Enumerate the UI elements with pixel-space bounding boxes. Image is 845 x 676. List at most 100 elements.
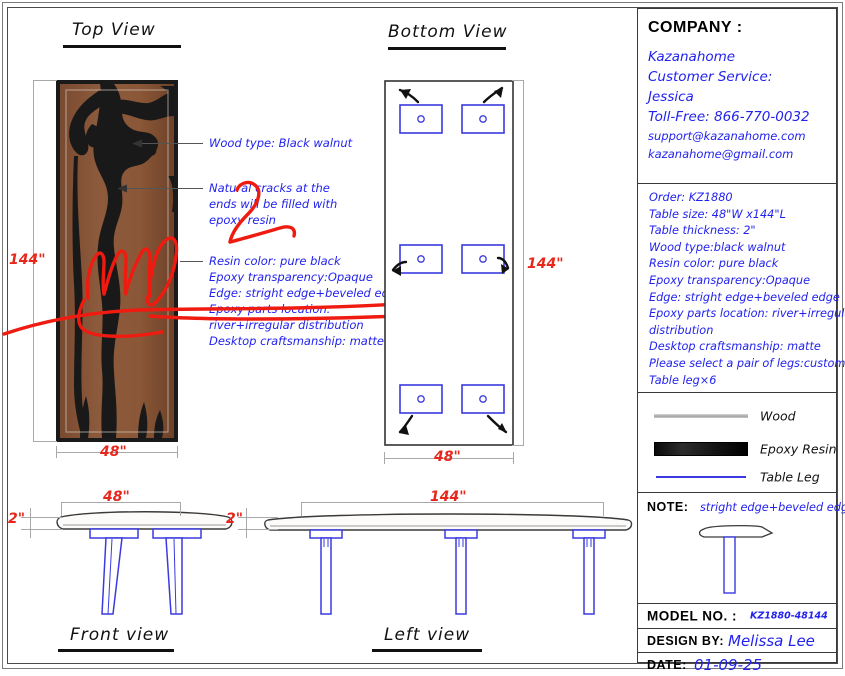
legend-section: Wood Epoxy Resin Table Leg — [638, 393, 837, 493]
company-details: Kazanahome Customer Service: Jessica Tol… — [648, 47, 810, 163]
date-row: DATE: 01-09-25 — [638, 653, 836, 676]
top-view-title-rule — [63, 44, 181, 48]
bottom-view-dim-tick-bottom — [512, 445, 524, 446]
company-email-support: support@kazanahome.com — [648, 129, 806, 143]
note-label: NOTE: — [647, 500, 689, 514]
company-section: COMPANY : Kazanahome Customer Service: J… — [638, 9, 836, 183]
legend-row-leg: Table Leg — [638, 460, 836, 493]
company-service-line: Customer Service: — [648, 69, 773, 85]
spec-epoxy-location-cont: distribution — [649, 323, 714, 337]
model-no-value: KZ1880-48144 — [750, 610, 828, 622]
wood-line-swatch — [654, 414, 748, 417]
note-text: stright edge+beveled edge — [700, 501, 845, 514]
front-view-dim-ext-l — [61, 502, 62, 516]
bottom-view-dim-ext-bl — [384, 452, 385, 464]
bottom-view-width-dim: 48" — [434, 449, 461, 465]
leader-wood-type — [137, 143, 203, 144]
company-toll-free: Toll-Free: 866-770-0032 — [648, 109, 810, 125]
top-view-dim-ext-bl — [56, 446, 57, 458]
order-spec-section: Order: KZ1880 Table size: 48"W x144"L Ta… — [638, 184, 845, 392]
date-label: DATE: — [647, 657, 687, 672]
drawing-sheet: Top View 144" 48" Wood type: Black walnu… — [0, 0, 845, 674]
spec-resin-color: Resin color: pure black — [649, 257, 779, 271]
title-panel: COMPANY : Kazanahome Customer Service: J… — [637, 8, 845, 674]
left-view-dim-ext-r — [603, 502, 604, 516]
spec-leg-count: Table leg×6 — [649, 373, 717, 387]
front-view-thick-line-bottom — [21, 529, 63, 530]
legend-label-leg: Table Leg — [760, 469, 820, 484]
spec-table-thickness: Table thickness: 2" — [649, 224, 756, 238]
leader-cracks — [122, 188, 203, 189]
model-no-label: MODEL NO. : — [647, 608, 738, 624]
leader-resin-spec — [180, 261, 203, 262]
top-view-dim-tick-bottom — [33, 441, 57, 442]
annotation-cracks-line3: epoxy resin — [209, 213, 276, 227]
legend-label-epoxy: Epoxy Resin — [760, 441, 837, 456]
front-view-width-dim: 48" — [103, 489, 130, 505]
front-view-thick-ext — [30, 508, 31, 538]
design-by-row: DESIGN BY: Melissa Lee — [638, 629, 836, 652]
front-view-thickness-dim: 2" — [8, 511, 26, 527]
top-view-title: Top View — [72, 20, 156, 40]
bottom-view-title-rule — [388, 46, 506, 50]
bottom-view-length-dim: 144" — [527, 256, 564, 272]
annotation-edge: Edge: stright edge+beveled edge — [209, 286, 404, 300]
order-spec-list: Order: KZ1880 Table size: 48"W x144"L Ta… — [649, 190, 845, 389]
design-by-value: Melissa Lee — [728, 631, 815, 650]
spec-epoxy-location: Epoxy parts location: river+irregular — [649, 307, 845, 321]
left-view-table — [264, 513, 633, 615]
top-view-width-dim: 48" — [100, 444, 127, 460]
left-view-thick-ext — [246, 508, 247, 538]
company-label: COMPANY : — [648, 19, 743, 36]
front-view-thick-line-top — [21, 517, 63, 518]
legend-row-wood: Wood — [638, 399, 836, 432]
spec-legs: Please select a pair of legs:custom — [649, 356, 845, 370]
front-view-title: Front view — [70, 625, 170, 645]
leader-arrow-wood-type — [132, 139, 142, 148]
model-no-row: MODEL NO. : KZ1880-48144 — [638, 604, 836, 628]
top-view-dim-ext-br — [177, 446, 178, 458]
left-view-dim-ext-l — [301, 502, 302, 516]
note-edge-detail-diagram — [698, 525, 774, 594]
annotation-cracks-line2: ends will be filled with — [209, 197, 338, 211]
bottom-view-title: Bottom View — [388, 22, 508, 42]
spec-edge: Edge: stright edge+beveled edge — [649, 290, 840, 304]
spec-craftsmanship: Desktop craftsmanship: matte — [649, 340, 821, 354]
bottom-view-dim-tick-top — [512, 80, 524, 81]
annotation-wood-type: Wood type: Black walnut — [209, 136, 353, 150]
company-name: Kazanahome — [648, 49, 736, 65]
leg-line-swatch — [656, 475, 746, 478]
annotation-cracks-line1: Natural cracks at the — [209, 181, 330, 195]
front-view-table — [56, 511, 233, 615]
front-view-dim-ext-r — [180, 502, 181, 516]
epoxy-block-swatch — [654, 441, 748, 456]
left-view-length-dim: 144" — [430, 489, 467, 505]
top-view-dim-tick-top — [33, 80, 57, 81]
left-view-title-rule — [372, 648, 482, 652]
leader-arrow-cracks — [117, 184, 127, 193]
bottom-view-outline — [384, 80, 514, 446]
annotation-epoxy-transparency: Epoxy transparency:Opaque — [209, 270, 373, 284]
annotation-epoxy-distribution: river+irregular distribution — [209, 318, 364, 332]
left-view-title: Left view — [384, 625, 471, 645]
left-view-thickness-dim: 2" — [226, 511, 244, 527]
left-view-thick-line-bottom — [238, 529, 278, 530]
spec-wood-type: Wood type:black walnut — [649, 240, 786, 254]
annotation-epoxy-location: Epoxy parts location: — [209, 302, 331, 316]
annotation-resin-color: Resin color: pure black — [209, 254, 341, 268]
spec-epoxy-transparency: Epoxy transparency:Opaque — [649, 273, 811, 287]
top-view-slab — [56, 80, 178, 442]
legend-label-wood: Wood — [760, 408, 796, 423]
bottom-view-dim-ext-right — [523, 80, 524, 446]
design-by-label: DESIGN BY: — [647, 633, 724, 648]
note-section: NOTE: stright edge+beveled edge — [638, 493, 845, 603]
front-view-title-rule — [58, 648, 174, 652]
company-rep: Jessica — [648, 89, 694, 105]
spec-order: Order: KZ1880 — [649, 191, 733, 204]
left-view-thick-line-top — [238, 517, 278, 518]
spec-table-size: Table size: 48"W x144"L — [649, 207, 786, 221]
bottom-view-dim-ext-br — [513, 452, 514, 464]
annotation-craftsmanship: Desktop craftsmanship: matte — [209, 334, 384, 348]
top-view-length-dim: 144" — [9, 252, 46, 268]
company-email-gmail: kazanahome@gmail.com — [648, 147, 794, 161]
